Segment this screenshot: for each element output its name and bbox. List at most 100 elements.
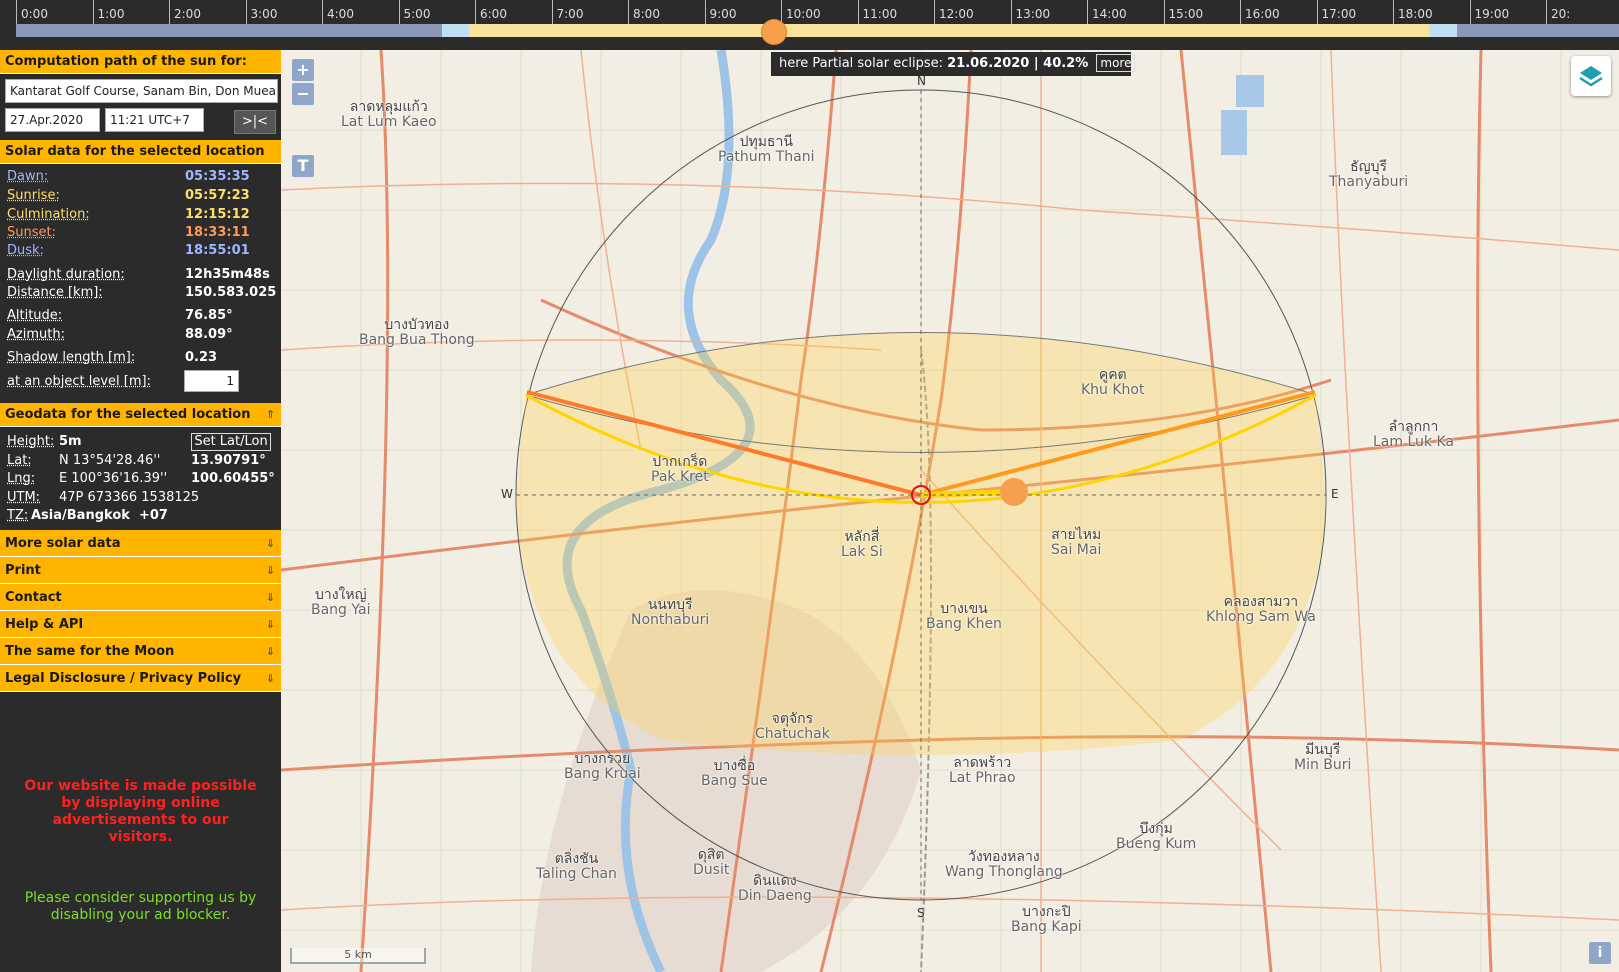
place-name-english: Bang Sue bbox=[701, 773, 768, 789]
place-name-english: Dusit bbox=[693, 862, 730, 878]
place-name-english: Din Daeng bbox=[738, 888, 812, 904]
lng-label[interactable]: Lng: bbox=[7, 470, 35, 488]
accordion-item[interactable]: Legal Disclosure / Privacy Policy ⇓ bbox=[0, 665, 281, 692]
hour-tick-label: 14:00 bbox=[1087, 0, 1164, 26]
accordion-item-label: Help & API bbox=[5, 617, 84, 632]
utm-label[interactable]: UTM: bbox=[7, 489, 40, 507]
accordion-item[interactable]: The same for the Moon ⇓ bbox=[0, 638, 281, 665]
place-label: คลองสามวา Khlong Sam Wa bbox=[1206, 595, 1316, 625]
compass-north: N bbox=[917, 74, 926, 88]
solar-data-header-label: Solar data for the selected location bbox=[5, 144, 265, 159]
hour-tick-label: 3:00 bbox=[245, 0, 323, 26]
dawn-twilight-band bbox=[442, 24, 469, 37]
time-slider-handle[interactable] bbox=[761, 19, 788, 45]
height-label[interactable]: Height: bbox=[7, 433, 54, 451]
place-name-thai: ปทุมธานี bbox=[739, 134, 793, 150]
date-input[interactable]: 27.Apr.2020 bbox=[5, 108, 100, 132]
place-name-english: Bang Kapi bbox=[1011, 919, 1082, 935]
location-input[interactable]: Kantarat Golf Course, Sanam Bin, Don Mue… bbox=[5, 79, 278, 103]
place-label: ดุสิต Dusit bbox=[693, 848, 729, 878]
geodata-header[interactable]: Geodata for the selected location ⇑ bbox=[0, 403, 281, 427]
scale-label: 5 km bbox=[344, 948, 372, 961]
azimuth-value: 88.09° bbox=[185, 327, 233, 342]
place-name-thai: ปากเกร็ด bbox=[652, 454, 708, 470]
accordion-item[interactable]: Help & API ⇓ bbox=[0, 611, 281, 638]
daylight-label[interactable]: Daylight duration: bbox=[7, 266, 125, 284]
map-canvas[interactable]: N S E W ปทุมธานี Pathum Thani ธัญบุรี Thany… bbox=[281, 50, 1619, 972]
day-track[interactable] bbox=[16, 24, 1619, 37]
time-slider-bar[interactable]: 0:00 1:00 2:00 3:00 4:00 5:00 6:00 7:00 8:00 9:00… bbox=[0, 0, 1619, 50]
place-name-thai: ดินแดง bbox=[753, 873, 797, 889]
azimuth-label[interactable]: Azimuth: bbox=[7, 326, 65, 344]
computation-header: Computation path of the sun for: bbox=[0, 50, 281, 74]
hour-tick-label: 11:00 bbox=[857, 0, 935, 26]
object-level-input[interactable]: 1 bbox=[184, 370, 239, 392]
sunrise-value: 05:57:23 bbox=[185, 188, 250, 203]
place-label: ลำลูกกา Lam Luk Ka bbox=[1373, 420, 1454, 450]
place-name-thai: คลองสามวา bbox=[1223, 594, 1299, 610]
culmination-value: 12:15:12 bbox=[185, 207, 250, 222]
place-name-thai: บางเขน bbox=[940, 601, 988, 617]
now-button[interactable]: >|< bbox=[234, 110, 276, 134]
expand-icon: ⇓ bbox=[265, 591, 275, 604]
culmination-label[interactable]: Culmination: bbox=[7, 206, 90, 224]
place-name-thai: บางใหญ่ bbox=[314, 587, 367, 603]
sunrise-label[interactable]: Sunrise: bbox=[7, 187, 60, 205]
accordion-item[interactable]: Contact ⇓ bbox=[0, 584, 281, 611]
text-toggle-button[interactable]: T bbox=[292, 155, 314, 177]
hour-tick-label: 4:00 bbox=[322, 0, 399, 26]
accordion-item[interactable]: More solar data ⇓ bbox=[0, 530, 281, 557]
altitude-label[interactable]: Altitude: bbox=[7, 307, 62, 325]
accordion-item-label: The same for the Moon bbox=[5, 644, 175, 659]
ad-request-text: Please consider supporting us by disabli… bbox=[24, 890, 257, 923]
dusk-label[interactable]: Dusk: bbox=[7, 242, 44, 260]
distance-label[interactable]: Distance [km]: bbox=[7, 284, 103, 302]
place-name-english: Wang Thonglang bbox=[945, 864, 1063, 880]
time-input[interactable]: 11:21 UTC+7 bbox=[105, 108, 204, 132]
place-label: บางกรวย Bang Kruai bbox=[564, 752, 641, 782]
zoom-out-button[interactable]: − bbox=[292, 83, 314, 105]
place-label: บางกะปิ Bang Kapi bbox=[1011, 905, 1082, 935]
layers-button[interactable] bbox=[1571, 56, 1611, 96]
place-label: จตุจักร Chatuchak bbox=[755, 712, 830, 742]
info-button[interactable]: i bbox=[1589, 942, 1611, 964]
accordion-item-label: More solar data bbox=[5, 536, 121, 551]
place-label: ธัญบุรี Thanyaburi bbox=[1329, 160, 1408, 190]
place-name-thai: จตุจักร bbox=[771, 711, 814, 727]
lat-label[interactable]: Lat: bbox=[7, 452, 32, 470]
place-name-thai: คูคต bbox=[1098, 367, 1127, 383]
dawn-label[interactable]: Dawn: bbox=[7, 168, 48, 186]
place-label: บางซื่อ Bang Sue bbox=[701, 759, 768, 789]
tz-label[interactable]: TZ: bbox=[7, 507, 28, 525]
place-name-english: Khlong Sam Wa bbox=[1206, 609, 1316, 625]
lng-decimal: 100.60455° bbox=[191, 471, 275, 486]
place-name-thai: วังทองหลาง bbox=[968, 849, 1040, 865]
place-label: ดินแดง Din Daeng bbox=[738, 874, 812, 904]
hour-tick-label: 10:00 bbox=[781, 0, 858, 26]
layers-icon bbox=[1579, 66, 1603, 87]
hour-tick-label: 19:00 bbox=[1469, 0, 1547, 26]
sunset-label[interactable]: Sunset: bbox=[7, 224, 56, 242]
place-name-english: Bueng Kum bbox=[1116, 836, 1197, 852]
place-name-english: Pathum Thani bbox=[718, 149, 815, 165]
place-name-thai: ลาดพร้าว bbox=[953, 755, 1012, 771]
more-button[interactable]: more bbox=[1096, 54, 1136, 72]
shadow-label[interactable]: Shadow length [m]: bbox=[7, 349, 135, 367]
accordion-item[interactable]: Print ⇓ bbox=[0, 557, 281, 584]
accordion-list: More solar data ⇓ Print ⇓ Contact ⇓ Help & API… bbox=[0, 530, 281, 692]
compass-south: S bbox=[917, 906, 925, 920]
place-label: บางใหญ่ Bang Yai bbox=[311, 588, 371, 618]
eclipse-value: 21.06.2020 | 40.2% bbox=[947, 56, 1089, 71]
object-level-label[interactable]: at an object level [m]: bbox=[7, 373, 151, 391]
expand-icon: ⇓ bbox=[265, 645, 275, 658]
set-latlon-button[interactable]: Set Lat/Lon bbox=[191, 433, 271, 451]
hour-tick-label: 12:00 bbox=[934, 0, 1011, 26]
place-name-english: Nonthaburi bbox=[631, 612, 710, 628]
zoom-in-button[interactable]: + bbox=[292, 59, 314, 81]
place-name-english: Lat Lum Kaeo bbox=[341, 114, 437, 130]
collapse-icon[interactable]: ⇑ bbox=[266, 403, 275, 427]
dusk-value: 18:55:01 bbox=[185, 243, 250, 258]
place-name-english: Khu Khot bbox=[1081, 382, 1145, 398]
solar-data-header[interactable]: Solar data for the selected location bbox=[0, 140, 281, 164]
place-label: มีนบุรี Min Buri bbox=[1294, 743, 1351, 773]
